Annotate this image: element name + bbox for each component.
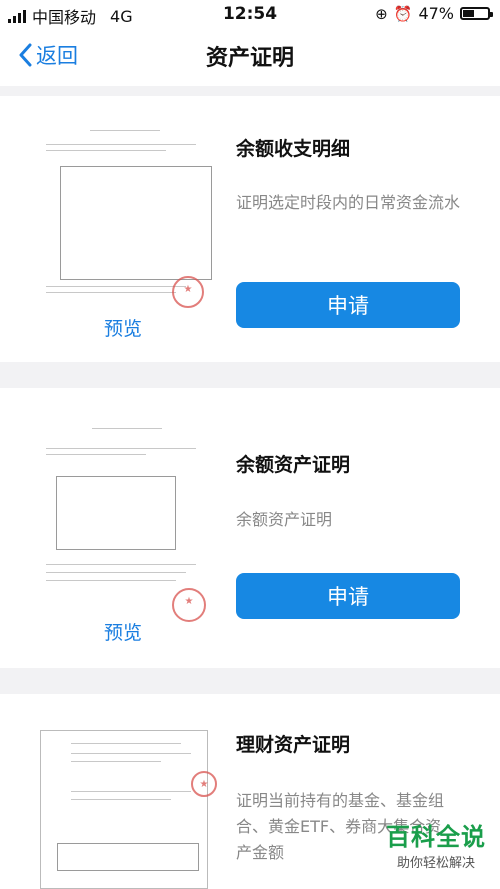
document-thumbnail[interactable] <box>40 730 217 889</box>
page-title: 资产证明 <box>205 46 294 71</box>
card-description: 证明选定时段内的日常资金流水 <box>236 193 461 212</box>
red-stamp-icon <box>172 588 206 622</box>
card-title: 余额收支明细 <box>236 138 351 160</box>
document-thumbnail[interactable] <box>40 418 206 622</box>
apply-button[interactable]: 申请 <box>236 282 460 328</box>
card-balance-asset-proof: 预览 余额资产证明 余额资产证明 申请 <box>0 388 500 668</box>
document-table <box>57 843 199 871</box>
apply-button[interactable]: 申请 <box>236 573 460 619</box>
status-right: ⊕ ⏰ 47% <box>375 4 493 23</box>
document-table <box>60 166 212 280</box>
red-stamp-icon <box>191 771 217 797</box>
watermark-title: 百科全说 <box>386 823 486 851</box>
document-thumbnail[interactable] <box>40 122 212 314</box>
watermark: 百科全说 助你轻松解决 <box>386 817 486 871</box>
watermark-subtitle: 助你轻松解决 <box>396 856 475 871</box>
battery-level <box>463 10 474 17</box>
preview-link[interactable]: 预览 <box>104 314 142 341</box>
preview-link[interactable]: 预览 <box>104 618 142 645</box>
alarm-icon: ⏰ <box>393 4 413 23</box>
card-balance-statement: 预览 余额收支明细 证明选定时段内的日常资金流水 申请 <box>0 96 500 362</box>
card-title: 余额资产证明 <box>236 454 351 476</box>
battery-icon <box>460 7 493 20</box>
red-stamp-icon <box>172 276 204 308</box>
nav-bar: 返回 资产证明 <box>0 28 500 86</box>
card-title: 理财资产证明 <box>236 734 351 756</box>
document-table <box>56 476 176 550</box>
battery-percent: 47% <box>418 4 454 23</box>
status-bar: 中国移动 4G 12:54 ⊕ ⏰ 47% <box>0 0 500 28</box>
orientation-lock-icon: ⊕ <box>375 4 388 23</box>
card-description: 余额资产证明 <box>236 510 333 529</box>
